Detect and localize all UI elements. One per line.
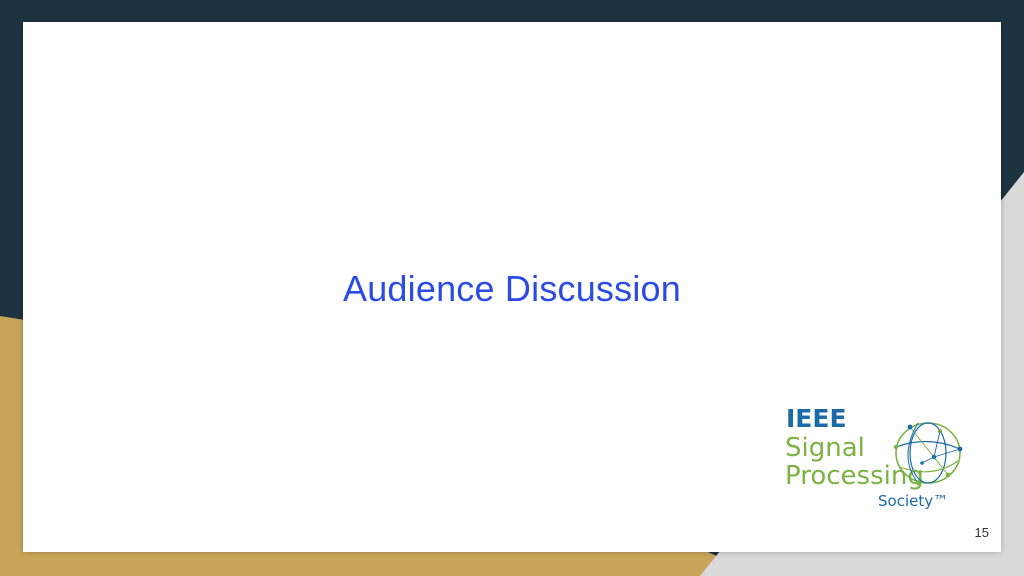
slide-title: Audience Discussion bbox=[343, 268, 681, 309]
logo-signal-text: Signal bbox=[785, 433, 865, 463]
logo-society-text: Society™ bbox=[878, 492, 949, 510]
ieee-sps-logo: IEEE Signal Processing Society™ bbox=[780, 395, 980, 520]
page-number: 15 bbox=[974, 525, 989, 540]
network-globe-icon bbox=[893, 422, 963, 486]
slide-stage: Audience Discussion IEEE Signal Processi… bbox=[0, 0, 1024, 576]
logo-ieee-text: IEEE bbox=[786, 404, 847, 433]
slide-card: Audience Discussion IEEE Signal Processi… bbox=[23, 22, 1001, 552]
